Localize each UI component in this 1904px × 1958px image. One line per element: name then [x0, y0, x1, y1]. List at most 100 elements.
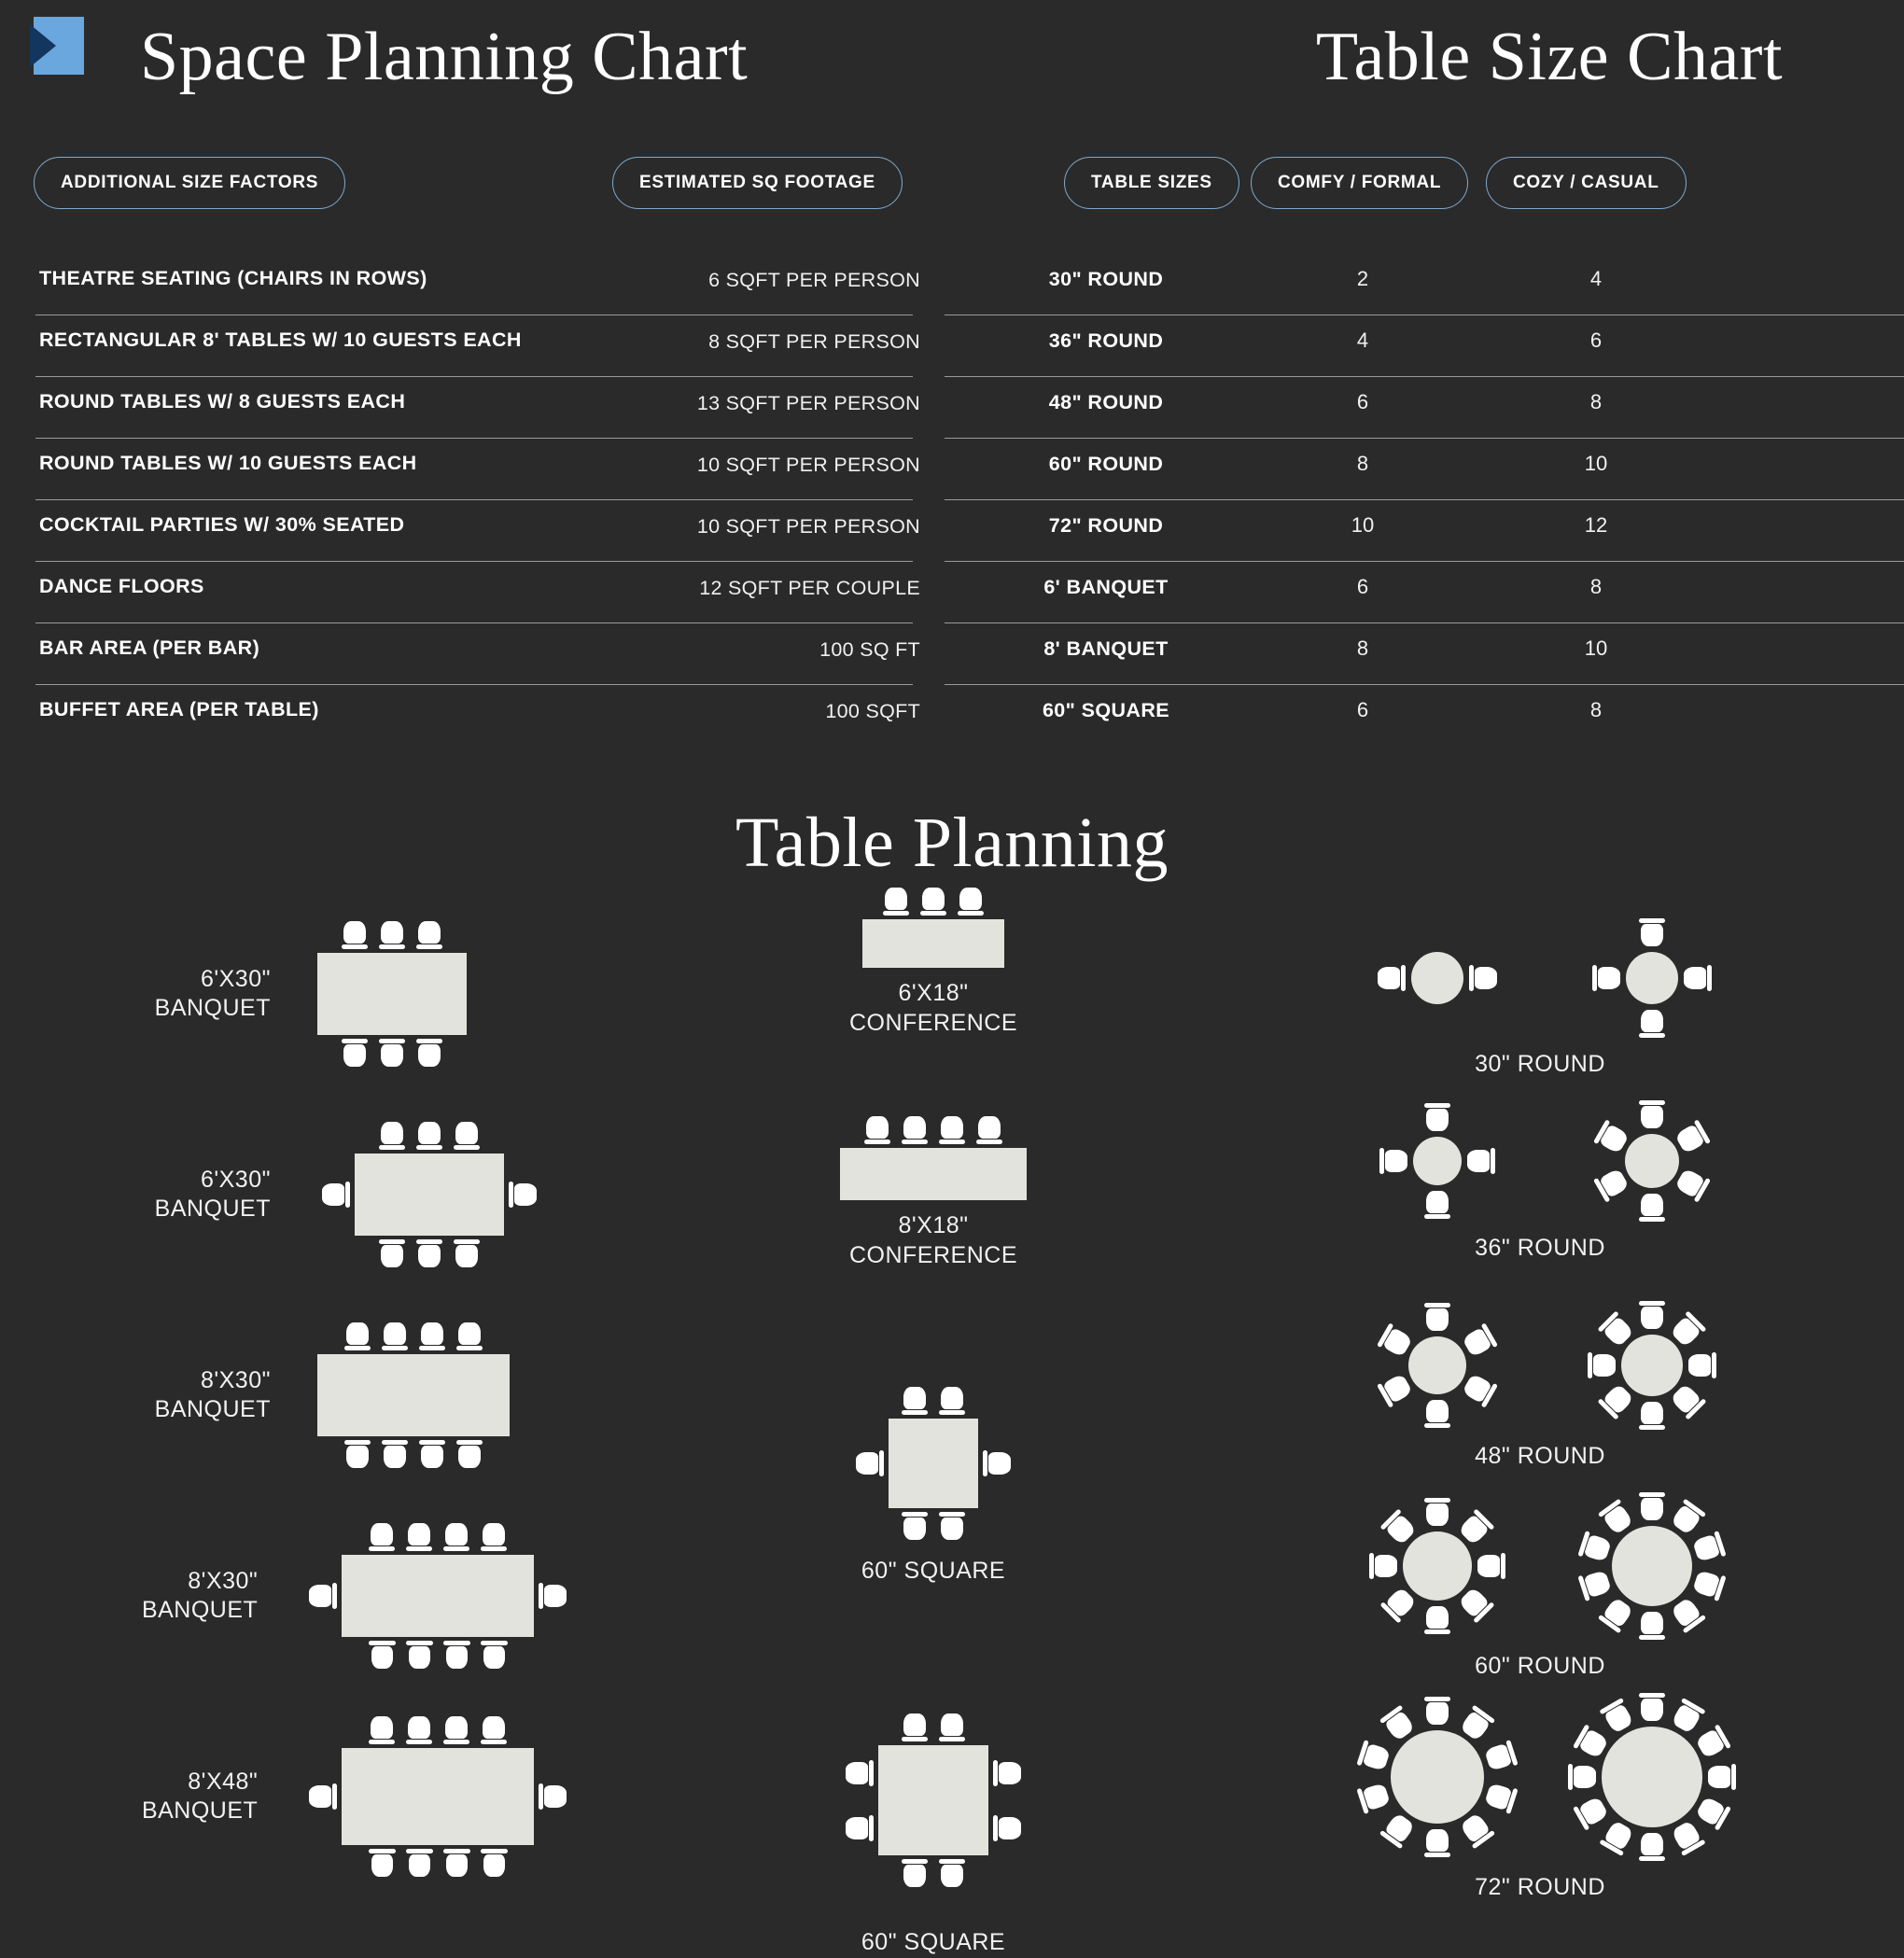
- banquet-diagram: 8'X30" BANQUET: [84, 1311, 569, 1479]
- chair-icon: [1591, 1165, 1631, 1204]
- conference-square-diagram: 60" SQUARE: [737, 1708, 1129, 1958]
- table-top-shape: [1621, 1335, 1683, 1396]
- table-figure: [834, 882, 1032, 968]
- table-row: 6' BANQUET 6 8: [945, 562, 1904, 623]
- chair-icon: [405, 1522, 433, 1552]
- chair-icon: [957, 887, 985, 916]
- table-size-label: 72" ROUND: [1048, 514, 1164, 537]
- chair-icon: [882, 887, 910, 916]
- estimated-footage-value: 6 SQFT PER PERSON: [708, 269, 920, 291]
- table-top-shape: [1626, 952, 1678, 1004]
- cozy-casual-count: 12: [1584, 513, 1608, 537]
- chair-icon: [1638, 917, 1666, 947]
- chair-icon: [378, 920, 406, 950]
- header-pill-estimated-sq-footage[interactable]: ESTIMATED SQ FOOTAGE: [612, 157, 903, 209]
- banquet-figure: [299, 917, 485, 1070]
- table-planning-diagrams: 6'X30" BANQUET 6'X30" BANQUET 8'X30" BANQU…: [0, 888, 1904, 1955]
- table-row: THEATRE SEATING (CHAIRS IN ROWS) 6 SQFT P…: [35, 254, 920, 315]
- chair-icon: [1591, 964, 1621, 992]
- table-top-shape: [1625, 1134, 1679, 1188]
- round-pair: [1307, 1484, 1867, 1648]
- chair-icon: [938, 1386, 966, 1416]
- chair-icon: [415, 1038, 443, 1068]
- estimated-footage-value: 100 SQFT: [825, 700, 920, 722]
- size-factor-label: BAR AREA (PER BAR): [39, 636, 260, 659]
- table-row: 36" ROUND 4 6: [945, 315, 1904, 377]
- chair-icon: [405, 1848, 433, 1878]
- table-figure: [821, 1381, 1045, 1545]
- chair-icon: [1572, 1793, 1612, 1832]
- table-row: 30" ROUND 2 4: [945, 254, 1904, 315]
- estimated-footage-value: 13 SQFT PER PERSON: [696, 392, 920, 414]
- round-table-label: 48" ROUND: [1475, 1443, 1605, 1469]
- table-row: 72" ROUND 10 12: [945, 500, 1904, 562]
- chair-icon: [1638, 1300, 1666, 1330]
- cozy-casual-count: 10: [1584, 452, 1608, 475]
- chair-icon: [901, 1858, 929, 1888]
- table-top-shape: [1602, 1727, 1702, 1827]
- chair-icon: [378, 1038, 406, 1068]
- cozy-casual-count: 6: [1589, 329, 1603, 352]
- chair-icon: [442, 1715, 470, 1745]
- chair-icon: [1638, 1692, 1666, 1722]
- header-pill-cozy-casual[interactable]: COZY / CASUAL: [1486, 157, 1687, 209]
- chair-icon: [538, 1582, 567, 1610]
- chair-icon: [938, 1858, 966, 1888]
- cozy-casual-count: 4: [1589, 267, 1603, 290]
- chair-icon: [1707, 1763, 1737, 1791]
- size-factor-label: ROUND TABLES W/ 8 GUESTS EACH: [39, 390, 406, 413]
- size-factor-label: DANCE FLOORS: [39, 575, 204, 597]
- table-diagram-label: 8'X18" CONFERENCE: [848, 1212, 1017, 1268]
- chair-icon: [381, 1322, 409, 1351]
- comfy-formal-count: 6: [1356, 390, 1369, 413]
- banquet-diagram: 8'X30" BANQUET: [84, 1512, 569, 1680]
- round-pair: [1307, 1685, 1867, 1869]
- page-title-table-size: Table Size Chart: [1315, 19, 1783, 95]
- chair-icon: [901, 1115, 929, 1145]
- table-figure: [811, 1708, 1056, 1917]
- banquet-figure: [286, 1713, 569, 1881]
- table-top-shape: [878, 1745, 988, 1855]
- estimated-footage-value: 8 SQFT PER PERSON: [708, 330, 920, 353]
- chair-icon: [308, 1582, 338, 1610]
- chair-icon: [508, 1181, 538, 1209]
- chair-icon: [480, 1715, 508, 1745]
- table-size-label: 6' BANQUET: [1043, 576, 1169, 598]
- blue-chevron-logo-icon: [30, 24, 56, 67]
- table-row: 8' BANQUET 8 10: [945, 623, 1904, 685]
- size-factor-label: THEATRE SEATING (CHAIRS IN ROWS): [39, 267, 427, 289]
- chair-icon: [982, 1449, 1012, 1477]
- round-pair: [1307, 910, 1867, 1046]
- size-factor-label: ROUND TABLES W/ 10 GUESTS EACH: [39, 452, 417, 474]
- round-table-diagram: 30" ROUND: [1307, 910, 1867, 1080]
- table-row: 60" SQUARE 6 8: [952, 685, 1904, 747]
- chair-icon: [343, 1439, 371, 1469]
- brand-logo: [28, 17, 84, 75]
- header-pill-additional-size-factors[interactable]: ADDITIONAL SIZE FACTORS: [34, 157, 346, 209]
- chair-icon: [975, 1115, 1003, 1145]
- header-pill-table-sizes[interactable]: TABLE SIZES: [1064, 157, 1239, 209]
- chair-icon: [415, 920, 443, 950]
- chair-icon: [405, 1715, 433, 1745]
- estimated-footage-value: 10 SQFT PER PERSON: [696, 515, 920, 538]
- section-title-table-planning: Table Planning: [735, 804, 1169, 882]
- chair-icon: [368, 1640, 396, 1670]
- chair-icon: [1638, 1611, 1666, 1641]
- chair-icon: [453, 1238, 481, 1268]
- chair-icon: [1668, 1818, 1707, 1858]
- chair-icon: [480, 1848, 508, 1878]
- chair-icon: [1598, 1818, 1637, 1858]
- table-size-label: 60" ROUND: [1048, 453, 1164, 475]
- header-pill-comfy-formal[interactable]: COMFY / FORMAL: [1251, 157, 1469, 209]
- table-top-shape: [889, 1419, 978, 1508]
- table-top-shape: [862, 919, 1004, 968]
- cozy-casual-count: 8: [1589, 698, 1603, 721]
- round-table-label: 60" ROUND: [1475, 1653, 1605, 1679]
- chair-icon: [1576, 1567, 1614, 1602]
- table-top-shape: [840, 1148, 1027, 1200]
- table-row: 60" ROUND 8 10: [945, 439, 1904, 500]
- table-diagram-label: 60" SQUARE: [861, 1558, 1006, 1584]
- banquet-diagram-label: 6'X30" BANQUET: [154, 1166, 271, 1223]
- comfy-formal-count: 6: [1356, 698, 1369, 721]
- chair-icon: [1576, 1530, 1614, 1565]
